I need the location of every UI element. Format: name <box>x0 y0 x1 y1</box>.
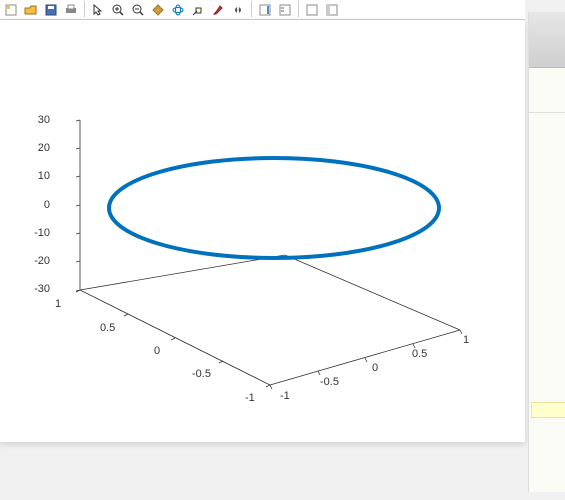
x-tick-label: -0.5 <box>192 368 211 380</box>
new-figure-icon[interactable] <box>2 1 20 19</box>
y-tick-label: -1 <box>280 390 290 402</box>
pan-icon[interactable] <box>149 1 167 19</box>
print-icon[interactable] <box>62 1 80 19</box>
z-tick-label: -20 <box>26 255 50 267</box>
zoom-in-icon[interactable] <box>109 1 127 19</box>
link-icon[interactable] <box>229 1 247 19</box>
y-tick-label: 0 <box>372 362 378 374</box>
x-tick-label: 0 <box>154 345 160 357</box>
x-tick-label: 1 <box>55 298 61 310</box>
side-panel <box>528 12 565 492</box>
rotate3d-icon[interactable] <box>169 1 187 19</box>
z-tick-label: -30 <box>26 283 50 295</box>
x-tick-label: -1 <box>245 392 255 404</box>
open-icon[interactable] <box>22 1 40 19</box>
hide-tools-icon[interactable] <box>303 1 321 19</box>
data-cursor-icon[interactable] <box>189 1 207 19</box>
figure-toolbar <box>0 0 525 20</box>
y-tick-label: -0.5 <box>320 376 339 388</box>
z-tick-label: 20 <box>30 142 50 154</box>
z-tick-label: -10 <box>26 227 50 239</box>
save-icon[interactable] <box>42 1 60 19</box>
brush-icon[interactable] <box>209 1 227 19</box>
x-tick-label: 0.5 <box>100 322 115 334</box>
side-panel-file-highlight[interactable] <box>531 402 565 418</box>
side-panel-divider <box>529 112 565 113</box>
y-tick-label: 0.5 <box>412 348 427 360</box>
axes-3d[interactable] <box>20 30 500 430</box>
show-tools-icon[interactable] <box>323 1 341 19</box>
zoom-out-icon[interactable] <box>129 1 147 19</box>
toolbar-separator <box>251 1 252 17</box>
figure-window: 30 20 10 0 -10 -20 -30 1 0.5 0 -0.5 -1 -… <box>0 20 525 442</box>
toolbar-separator <box>298 1 299 17</box>
toolbar-separator <box>84 1 85 17</box>
legend-icon[interactable] <box>276 1 294 19</box>
y-tick-label: 1 <box>463 334 469 346</box>
pointer-icon[interactable] <box>89 1 107 19</box>
z-tick-label: 0 <box>30 199 50 211</box>
z-tick-label: 10 <box>30 170 50 182</box>
side-panel-header[interactable] <box>529 12 565 68</box>
plot-line-ring <box>109 158 439 258</box>
colorbar-icon[interactable] <box>256 1 274 19</box>
z-tick-label: 30 <box>30 114 50 126</box>
